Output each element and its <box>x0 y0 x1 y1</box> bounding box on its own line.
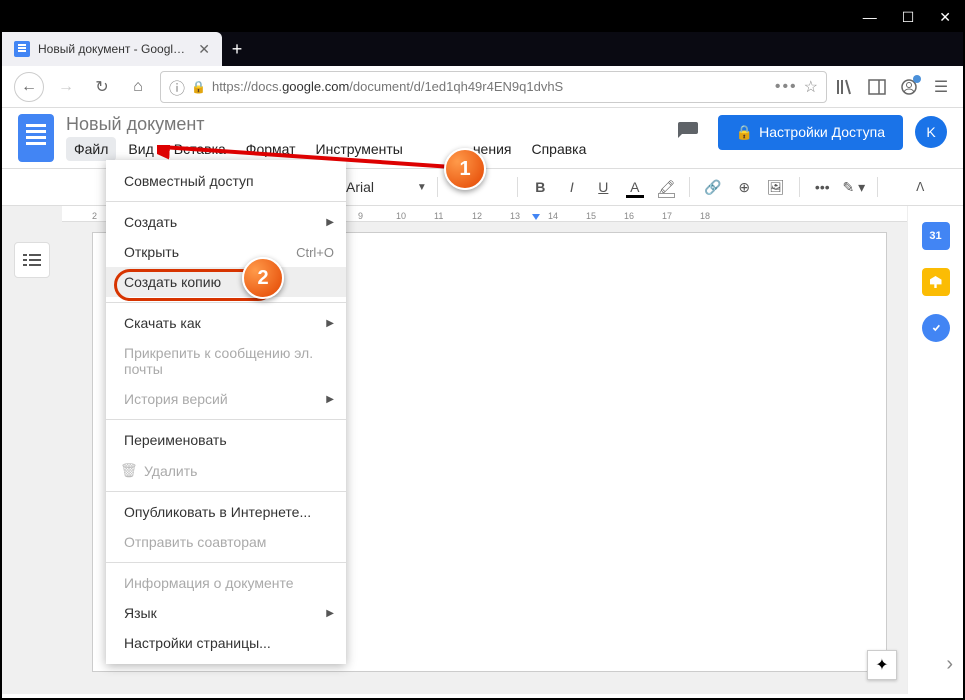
file-menu-item[interactable]: Создать▶ <box>106 207 346 237</box>
file-menu-item: 🗑Удалить <box>106 455 346 486</box>
reload-button[interactable]: ↻ <box>88 73 116 101</box>
lock-icon[interactable]: 🔒 <box>191 80 206 94</box>
calendar-icon[interactable]: 31 <box>922 222 950 250</box>
collapse-toolbar-icon[interactable]: ᐱ <box>908 174 934 200</box>
file-menu-item[interactable]: Настройки страницы... <box>106 628 346 658</box>
separator <box>799 177 800 197</box>
comments-icon[interactable] <box>670 114 706 150</box>
file-menu-item[interactable]: Скачать как▶ <box>106 308 346 338</box>
more-button[interactable]: ••• <box>810 174 836 200</box>
sidebar-icon[interactable] <box>867 77 887 97</box>
underline-button[interactable]: U <box>591 174 617 200</box>
new-tab-button[interactable]: + <box>222 32 252 66</box>
file-menu-item[interactable]: Язык▶ <box>106 598 346 628</box>
image-button[interactable]: 🖼 <box>763 174 789 200</box>
tasks-icon[interactable] <box>922 314 950 342</box>
left-gutter <box>2 206 62 694</box>
highlight-button[interactable]: 🖍 <box>654 174 680 200</box>
tab-close-icon[interactable]: ✕ <box>198 41 210 58</box>
file-menu-item: Информация о документе <box>106 568 346 598</box>
separator <box>437 177 438 197</box>
link-button[interactable]: 🔗 <box>700 174 726 200</box>
document-title[interactable]: Новый документ <box>66 114 658 135</box>
library-icon[interactable] <box>835 77 855 97</box>
address-bar[interactable]: ⓘ 🔒 https://docs.google.com/document/d/1… <box>160 71 827 103</box>
comment-button[interactable]: ⊕ <box>732 174 758 200</box>
home-button[interactable]: ⌂ <box>124 73 152 101</box>
file-menu-item: Прикрепить к сообщению эл. почты <box>106 338 346 384</box>
url-text: https://docs.google.com/document/d/1ed1q… <box>212 79 769 94</box>
keep-icon[interactable] <box>922 268 950 296</box>
file-menu-item: История версий▶ <box>106 384 346 414</box>
menu-icon[interactable]: ☰ <box>931 77 951 97</box>
file-menu-item[interactable]: ОткрытьCtrl+O <box>106 237 346 267</box>
page-actions-icon[interactable]: ••• <box>775 78 798 96</box>
browser-urlbar: ← → ↻ ⌂ ⓘ 🔒 https://docs.google.com/docu… <box>2 66 963 108</box>
annotation-arrow <box>157 145 457 175</box>
back-button[interactable]: ← <box>14 72 44 102</box>
font-select[interactable]: Arial <box>342 177 411 197</box>
explore-button[interactable]: ✦ <box>867 650 897 680</box>
star-icon[interactable]: ☆ <box>804 77 818 97</box>
tab-title: Новый документ - Google Док <box>38 42 190 56</box>
file-menu-dropdown: Совместный доступСоздать▶ОткрытьCtrl+OСо… <box>106 160 346 664</box>
bold-button[interactable]: B <box>528 174 554 200</box>
chevron-down-icon[interactable]: ▼ <box>417 182 427 193</box>
menu-view[interactable]: Вид <box>120 137 161 161</box>
separator <box>517 177 518 197</box>
browser-tab[interactable]: Новый документ - Google Док ✕ <box>2 32 222 66</box>
ruler-guide-icon[interactable] <box>532 214 540 220</box>
account-icon[interactable] <box>899 77 919 97</box>
window-titlebar: — ☐ ✕ <box>2 2 963 32</box>
separator <box>689 177 690 197</box>
docs-favicon-icon <box>14 41 30 57</box>
annotation-step-2: 2 <box>242 257 284 299</box>
side-panel-toggle-icon[interactable]: › <box>946 653 953 676</box>
browser-tabbar: Новый документ - Google Док ✕ + <box>2 32 963 66</box>
annotation-step-1: 1 <box>444 148 486 190</box>
docs-logo-icon[interactable] <box>18 114 54 162</box>
avatar[interactable]: K <box>915 116 947 148</box>
minimize-icon[interactable]: — <box>863 9 877 25</box>
menu-file[interactable]: Файл <box>66 137 116 161</box>
file-menu-item[interactable]: Переименовать <box>106 425 346 455</box>
editing-mode-button[interactable]: ✎ ▾ <box>841 174 867 200</box>
maximize-icon[interactable]: ☐ <box>902 9 915 26</box>
close-icon[interactable]: ✕ <box>939 9 951 26</box>
outline-button[interactable] <box>14 242 50 278</box>
text-color-button[interactable]: A <box>622 174 648 200</box>
share-button[interactable]: 🔒 Настройки Доступа <box>718 115 903 150</box>
side-panel: 31 <box>907 206 963 694</box>
italic-button[interactable]: I <box>559 174 585 200</box>
file-menu-item: Отправить соавторам <box>106 527 346 557</box>
info-icon[interactable]: ⓘ <box>169 75 185 99</box>
menu-help[interactable]: Справка <box>523 137 594 161</box>
lock-icon: 🔒 <box>736 124 753 141</box>
file-menu-item[interactable]: Опубликовать в Интернете... <box>106 497 346 527</box>
forward-button: → <box>52 73 80 101</box>
separator <box>877 177 878 197</box>
